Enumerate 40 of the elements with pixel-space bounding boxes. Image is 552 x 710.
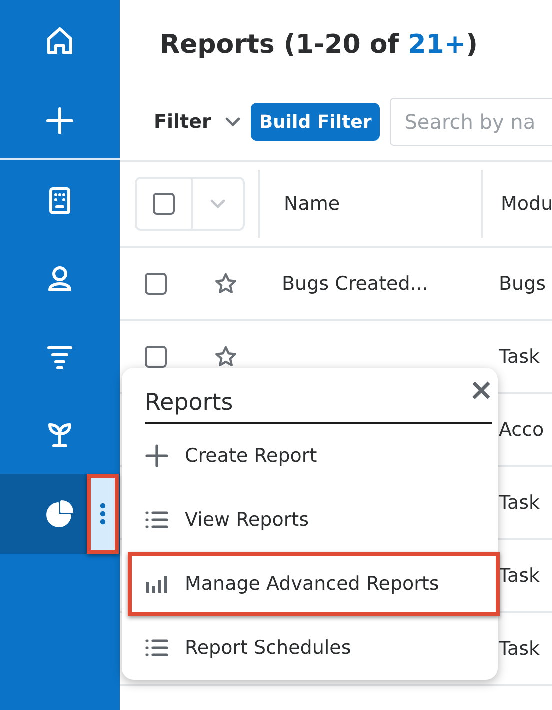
checkbox[interactable] [145,272,167,294]
list-icon [145,510,169,530]
home-icon [45,26,75,56]
more-options-button[interactable] [87,474,119,554]
select-all-control[interactable] [135,177,245,231]
table-cell: Task [499,638,540,660]
column-header[interactable]: Modu [501,193,552,215]
chevron-down-icon [225,117,242,127]
report-name-link[interactable]: Bugs Created... [282,272,428,294]
menu-item-label: Create Report [185,445,318,467]
checkbox[interactable] [153,193,175,215]
close-button[interactable]: × [466,376,496,406]
table-cell: Bugs [499,272,546,294]
menu-item[interactable]: Create Report [128,424,492,488]
chevron-down-icon [210,199,226,209]
table-cell: Task [499,492,540,514]
list-icon [145,638,169,658]
plus-icon [45,106,75,136]
plus-icon [145,444,169,468]
menu-item[interactable]: Report Schedules [128,616,492,680]
menu-item[interactable]: View Reports [128,488,492,552]
filter-dropdown[interactable]: Filter [154,111,242,133]
page-title: Reports (1-20 of 21+) [159,29,479,62]
star-icon[interactable] [214,272,238,296]
menu-item-label: Report Schedules [185,637,352,659]
menu-title: Reports [145,390,234,418]
star-icon[interactable] [214,344,238,368]
search-field[interactable]: Search by na [390,98,552,146]
sidebar-item[interactable] [0,474,120,554]
kebab-icon [100,503,106,525]
table-cell: Acco [499,418,544,440]
build-filter-button[interactable]: Build Filter [251,103,380,141]
pie-chart-icon [45,499,75,529]
column-header[interactable]: Name [284,193,340,215]
table-cell: Task [499,346,540,368]
menu-item[interactable]: Manage Advanced Reports [128,552,500,616]
menu-item-label: Manage Advanced Reports [185,573,440,595]
menu-item-label: View Reports [185,509,310,531]
table-cell: Task [499,564,540,586]
bar-chart-icon [145,574,169,594]
